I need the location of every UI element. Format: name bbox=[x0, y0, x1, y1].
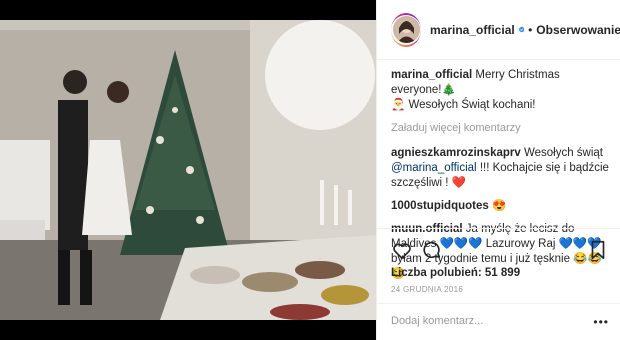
comment-icon[interactable] bbox=[421, 239, 443, 261]
post-actions: Liczba polubień: 51 899 24 GRUDNIA 2016 bbox=[377, 228, 620, 302]
comment-text: Wesołych świąt bbox=[523, 147, 604, 159]
post-header: marina_official • Obserwowanie bbox=[377, 0, 620, 60]
caption-username[interactable]: marina_official bbox=[391, 69, 472, 81]
follow-button[interactable]: Obserwowanie bbox=[536, 23, 620, 37]
comment-username[interactable]: 1000stupidquotes bbox=[391, 200, 489, 212]
avatar-image bbox=[392, 16, 420, 43]
comment-text: 😍 bbox=[491, 200, 507, 212]
add-comment-input[interactable]: Dodaj komentarz... ••• bbox=[377, 303, 620, 340]
christmas-photo bbox=[0, 20, 376, 320]
verified-icon bbox=[518, 26, 525, 33]
add-comment-placeholder: Dodaj komentarz... bbox=[391, 315, 484, 327]
comment-item: 1000stupidquotes 😍 bbox=[391, 199, 613, 214]
header-separator: • bbox=[528, 22, 533, 37]
action-icons-row bbox=[391, 239, 607, 263]
caption: marina_official Merry Christmas everyone… bbox=[391, 68, 613, 113]
likes-count[interactable]: Liczba polubień: 51 899 bbox=[391, 267, 520, 279]
post-date: 24 GRUDNIA 2016 bbox=[391, 285, 464, 294]
caption-text-line2: 🎅 Wesołych Świąt kochani! bbox=[391, 99, 536, 111]
heart-icon[interactable] bbox=[391, 239, 413, 261]
avatar[interactable] bbox=[391, 12, 421, 47]
post-sidebar: marina_official • Obserwowanie marina_of… bbox=[376, 0, 620, 340]
comment-mention-link[interactable]: @marina_official bbox=[391, 162, 477, 174]
comment-item: agnieszkamrozinskaprv Wesołych świąt @ma… bbox=[391, 146, 613, 191]
bookmark-icon[interactable] bbox=[587, 239, 609, 261]
header-username[interactable]: marina_official bbox=[430, 23, 515, 37]
photo-pane bbox=[0, 0, 376, 340]
post-photo[interactable] bbox=[0, 20, 376, 320]
more-options-icon[interactable]: ••• bbox=[593, 315, 609, 329]
comment-username[interactable]: agnieszkamrozinskaprv bbox=[391, 147, 521, 159]
load-more-comments-button[interactable]: Załaduj więcej komentarzy bbox=[391, 121, 613, 136]
